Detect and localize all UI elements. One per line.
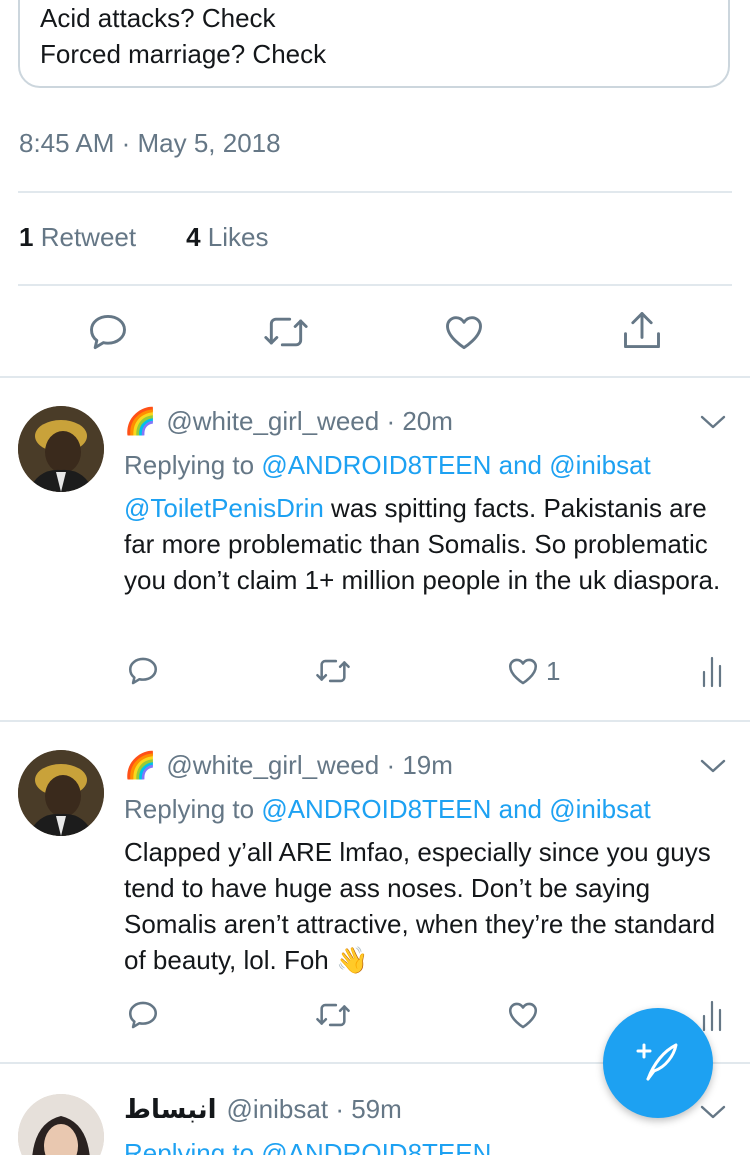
handle[interactable]: @white_girl_weed — [166, 750, 379, 781]
retweets-stat[interactable]: 1 Retweet — [19, 222, 136, 252]
likes-stat[interactable]: 4 Likes — [186, 222, 268, 252]
replying-to: Replying to @ANDROID8TEEN and @inibsat — [124, 794, 651, 825]
divider — [18, 191, 732, 193]
retweet-button[interactable] — [262, 310, 310, 354]
reply-button[interactable] — [126, 654, 160, 688]
analytics-button[interactable] — [700, 654, 724, 688]
tweet-time: · 19m — [386, 750, 453, 780]
reply-tweet[interactable]: 🌈 @white_girl_weed · 20m Replying to @AN… — [0, 378, 750, 720]
share-button[interactable] — [620, 308, 664, 354]
retweet-icon — [314, 998, 352, 1032]
replying-to-users[interactable]: @ANDROID8TEEN and @inibsat — [261, 450, 650, 480]
chevron-down-icon[interactable] — [698, 756, 728, 781]
reply-header: انبساط @inibsat · 59m — [124, 1094, 402, 1125]
likes-label: Likes — [207, 222, 269, 252]
like-count: 1 — [546, 655, 561, 686]
retweets-count: 1 — [19, 222, 34, 252]
share-icon — [620, 308, 664, 354]
quoted-tweet-line: Forced marriage? Check — [40, 39, 327, 69]
handle[interactable]: @white_girl_weed — [166, 406, 379, 437]
replying-to: Replying to @ANDROID8TEEN and @inibsat — [124, 450, 651, 481]
display-name[interactable]: 🌈 — [124, 406, 156, 437]
chevron-down-icon[interactable] — [698, 412, 728, 437]
heart-icon — [506, 654, 540, 688]
reply-icon — [126, 998, 160, 1032]
display-name[interactable]: 🌈 — [124, 750, 156, 781]
chevron-down-icon[interactable] — [698, 1102, 728, 1127]
avatar[interactable] — [18, 1094, 104, 1155]
replying-to-prefix: Replying to — [124, 794, 255, 824]
like-button[interactable] — [442, 310, 486, 354]
avatar[interactable] — [18, 750, 104, 836]
heart-icon — [506, 998, 540, 1032]
analytics-button[interactable] — [700, 998, 724, 1032]
quoted-tweet-card[interactable]: Acid attacks? Check Forced marriage? Che… — [18, 0, 730, 88]
analytics-icon — [700, 654, 724, 688]
replying-to-prefix: Replying to — [124, 450, 255, 480]
tweet-time: · 20m — [386, 406, 453, 436]
divider — [18, 284, 732, 286]
retweets-label: Retweet — [40, 222, 137, 252]
tweet-text: Clapped y’all ARE lmfao, especially sinc… — [124, 834, 724, 978]
heart-icon — [442, 310, 486, 354]
reply-button[interactable] — [86, 310, 130, 354]
likes-count: 4 — [186, 222, 201, 252]
mention-link[interactable]: @ToiletPenisDrin — [124, 493, 324, 523]
tweet-timestamp: 8:45 AM · May 5, 2018 — [19, 128, 281, 158]
reply-icon — [126, 654, 160, 688]
analytics-icon — [700, 998, 724, 1032]
replying-to: Replying to @ANDROID8TEEN — [124, 1138, 491, 1155]
retweet-button[interactable] — [314, 654, 352, 688]
waving-hand-emoji: 👋 — [335, 945, 369, 975]
tweet-stats: 1 Retweet 4 Likes — [19, 222, 269, 253]
reply-header: 🌈 @white_girl_weed · 20m — [124, 406, 453, 437]
tweet-text-content: Clapped y’all ARE lmfao, especially sinc… — [124, 837, 716, 975]
retweet-icon — [314, 654, 352, 688]
replying-to-users[interactable]: @ANDROID8TEEN and @inibsat — [261, 794, 650, 824]
quoted-tweet-line: Acid attacks? Check — [40, 3, 276, 33]
avatar[interactable] — [18, 406, 104, 492]
like-button[interactable] — [506, 998, 540, 1032]
tweet-time: · 59m — [335, 1094, 402, 1124]
replying-to-users[interactable]: Replying to @ANDROID8TEEN — [124, 1138, 491, 1155]
retweet-button[interactable] — [314, 998, 352, 1032]
reply-header: 🌈 @white_girl_weed · 19m — [124, 750, 453, 781]
compose-tweet-button[interactable] — [603, 1008, 713, 1118]
reply-button[interactable] — [126, 998, 160, 1032]
like-button[interactable]: 1 — [506, 654, 560, 688]
retweet-icon — [262, 310, 310, 354]
reply-icon — [86, 310, 130, 354]
compose-tweet-icon — [632, 1035, 684, 1092]
display-name[interactable]: انبساط — [124, 1095, 217, 1125]
tweet-text: @ToiletPenisDrin was spitting facts. Pak… — [124, 490, 724, 598]
handle[interactable]: @inibsat — [227, 1094, 329, 1125]
